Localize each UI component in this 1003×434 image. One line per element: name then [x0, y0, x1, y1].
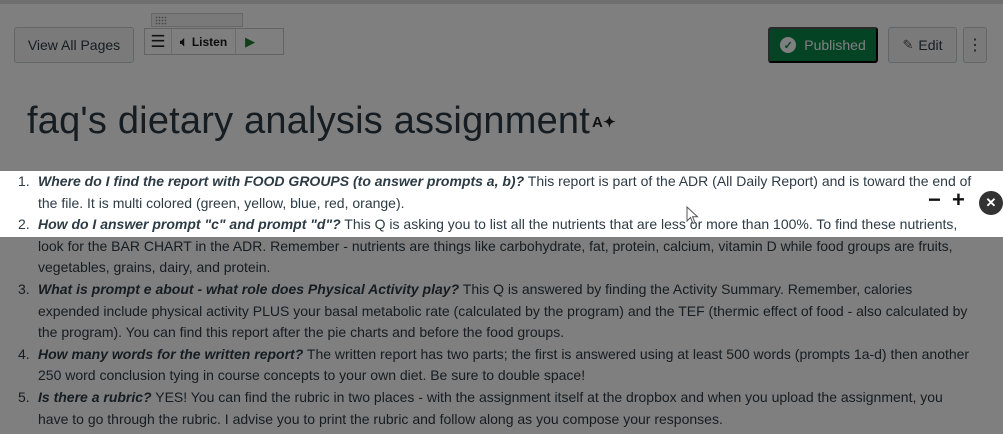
screen-mask-bottom — [0, 237, 1003, 434]
faq-question: How do I answer prompt "c" and prompt "d… — [38, 216, 341, 233]
screen-mask-top — [0, 0, 1003, 171]
mask-shrink-button[interactable]: − — [928, 189, 941, 211]
mask-close-button[interactable]: ✕ — [979, 191, 1003, 215]
page: View All Pages ☰ 🔈︎ Listen ▶ ✓ Published… — [0, 0, 1003, 434]
faq-question: Where do I find the report with FOOD GRO… — [38, 173, 525, 189]
faq-item: 1. Where do I find the report with FOOD … — [18, 171, 1003, 214]
mouse-cursor-icon — [686, 206, 699, 225]
mask-grow-button[interactable]: + — [952, 189, 965, 211]
faq-number: 2. — [18, 216, 30, 233]
faq-number: 1. — [18, 173, 30, 189]
